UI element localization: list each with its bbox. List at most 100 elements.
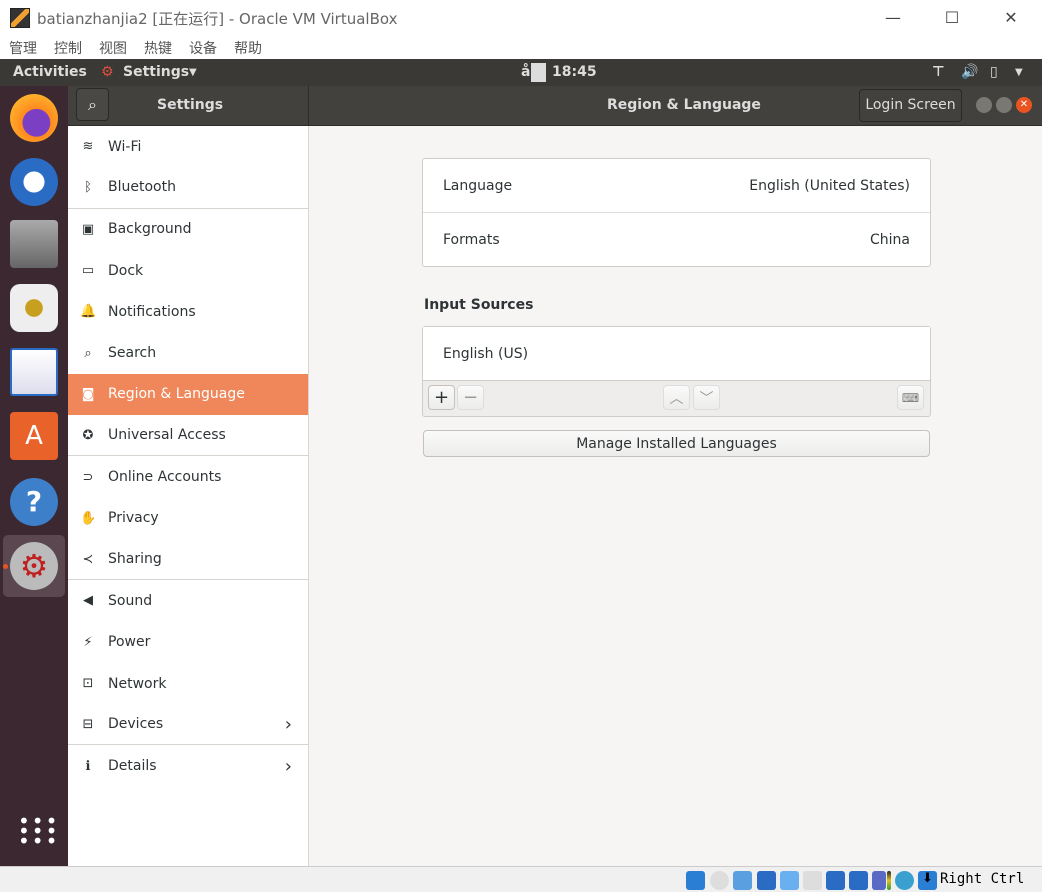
sidebar-item-privacy[interactable]: ✋ Privacy [68,498,308,539]
sidebar-item-dock[interactable]: ▭ Dock [68,250,308,291]
move-down-button[interactable]: ﹀ [693,385,720,410]
hard-disk-icon[interactable] [686,871,705,890]
sidebar-item-notifications[interactable]: 🔔 Notifications [68,291,308,332]
show-apps-icon[interactable]: ••• ••• ••• [18,811,57,851]
menu-hotkeys[interactable]: 热键 [144,38,172,58]
sidebar-item-region-language[interactable]: ◙ Region & Language [68,373,308,416]
sidebar-item-power[interactable]: ⚡ Power [68,622,308,663]
speaker-icon: ◀ [83,593,93,609]
rhythmbox-icon[interactable] [10,284,58,332]
close-icon[interactable]: ✕ [1016,97,1032,113]
power-icon: ⚡ [83,634,93,650]
sidebar-item-wi-fi[interactable]: ≋ Wi-Fi [68,126,308,167]
background-icon: ▣ [81,221,95,237]
maximize-icon[interactable] [996,97,1012,113]
cpu-icon[interactable] [872,871,886,890]
sidebar-item-label: Network [108,675,167,692]
accessibility-icon: ✪ [82,427,94,443]
dock: A ? ⚙ ••• ••• ••• [0,86,68,866]
remove-input-source-button[interactable]: − [457,385,484,410]
maximize-button[interactable]: ☐ [937,6,967,30]
sidebar-item-label: Online Accounts [108,469,222,486]
network-icon[interactable]: ⊤ [932,64,945,80]
sidebar-item-sound[interactable]: ◀ Sound [68,580,308,621]
optical-drive-icon[interactable] [710,871,729,890]
battery-icon[interactable]: ▯ [990,64,998,80]
mouse-integration-icon[interactable] [895,871,914,890]
network-icon: ⊡ [82,676,94,691]
keyboard-layout-button[interactable]: ⌨ [897,385,924,410]
sidebar-item-label: Notifications [108,303,196,320]
menu-control[interactable]: 控制 [54,38,82,58]
wifi-icon: ≋ [82,139,94,155]
move-up-button[interactable]: ︿ [663,385,690,410]
running-indicator [3,564,8,569]
help-icon[interactable]: ? [10,478,58,526]
minimize-icon[interactable] [976,97,992,113]
sidebar-item-search[interactable]: ⌕ Search [68,332,308,373]
sidebar-item-online-accounts[interactable]: ⊃ Online Accounts [68,456,308,497]
chevron-right-icon: › [284,713,292,735]
login-screen-button[interactable]: Login Screen [859,89,962,122]
files-icon[interactable] [10,220,58,268]
vbox-menu-bar: 管理 控制 视图 热键 设备 帮助 [0,36,1042,59]
devices-icon: ⊟ [82,716,94,732]
sidebar-item-sharing[interactable]: ≺ Sharing [68,539,308,581]
menu-manage[interactable]: 管理 [9,38,37,58]
usb-icon[interactable] [780,871,799,890]
virtualbox-icon [10,8,30,28]
input-source-row[interactable]: English (US) [423,327,930,381]
formats-row[interactable]: Formats China [423,213,930,267]
recording-icon[interactable] [849,871,868,890]
writer-icon[interactable] [10,348,58,396]
add-input-source-button[interactable]: + [428,385,455,410]
input-sources-list: English (US) + − ︿ ﹀ ⌨ [422,326,931,417]
header-divider [308,86,309,126]
sidebar-item-label: Sound [108,592,153,609]
sidebar-item-label: Details [108,758,157,775]
formats-value: China [870,232,910,248]
sidebar-title: Settings [157,97,224,113]
system-menu-arrow-icon[interactable]: ▼ [1015,67,1023,78]
sidebar-item-devices[interactable]: ⊟ Devices › [68,704,308,746]
sidebar-item-bluetooth[interactable]: ᛒ Bluetooth [68,167,308,209]
sidebar-item-background[interactable]: ▣ Background [68,209,308,250]
app-menu-button[interactable]: Settings [123,64,189,80]
manage-installed-languages-button[interactable]: Manage Installed Languages [423,430,930,457]
menu-devices[interactable]: 设备 [189,38,217,58]
shared-folder-icon[interactable] [803,871,822,890]
sidebar-item-details[interactable]: ℹ Details › [68,745,308,786]
settings-sidebar: ≋ Wi-Fi ᛒ Bluetooth ▣ Background ▭ Dock 🔔 Notific… [68,126,309,866]
keyboard-capture-icon[interactable]: ⬇ [918,871,937,890]
software-icon[interactable]: A [10,412,58,460]
search-icon: ⌕ [84,345,92,361]
input-indicator[interactable]: å [521,64,530,80]
clock[interactable]: 18:45 [552,64,597,80]
sidebar-item-label: Sharing [108,551,162,568]
formats-label: Formats [443,232,500,248]
close-button[interactable]: ✕ [996,6,1026,30]
menu-help[interactable]: 帮助 [234,38,262,58]
sidebar-item-universal-access[interactable]: ✪ Universal Access [68,415,308,457]
menu-view[interactable]: 视图 [99,38,127,58]
thunderbird-icon[interactable] [10,158,58,206]
sidebar-item-label: Search [108,345,157,362]
network-adapter-icon[interactable] [757,871,776,890]
gnome-top-bar: Activities ⚙ Settings ▼ å 18:45 ⊤ 🔊 ▯ ▼ [0,59,1042,86]
search-button[interactable]: ⌕ [76,88,109,121]
hand-icon: ✋ [80,510,97,526]
indicator-block [531,63,546,82]
firefox-icon[interactable] [10,94,58,142]
info-icon: ℹ [85,758,91,774]
language-row[interactable]: Language English (United States) [423,159,930,213]
audio-icon[interactable] [733,871,752,890]
activities-button[interactable]: Activities [13,64,87,80]
sidebar-item-network[interactable]: ⊡ Network [68,663,308,704]
volume-icon[interactable]: 🔊 [961,64,978,80]
settings-icon[interactable]: ⚙ [10,542,58,590]
display-icon[interactable] [826,871,845,890]
sidebar-item-label: Devices [108,716,164,733]
sidebar-item-label: Bluetooth [108,179,176,196]
language-label: Language [443,177,513,194]
minimize-button[interactable]: — [878,6,908,30]
